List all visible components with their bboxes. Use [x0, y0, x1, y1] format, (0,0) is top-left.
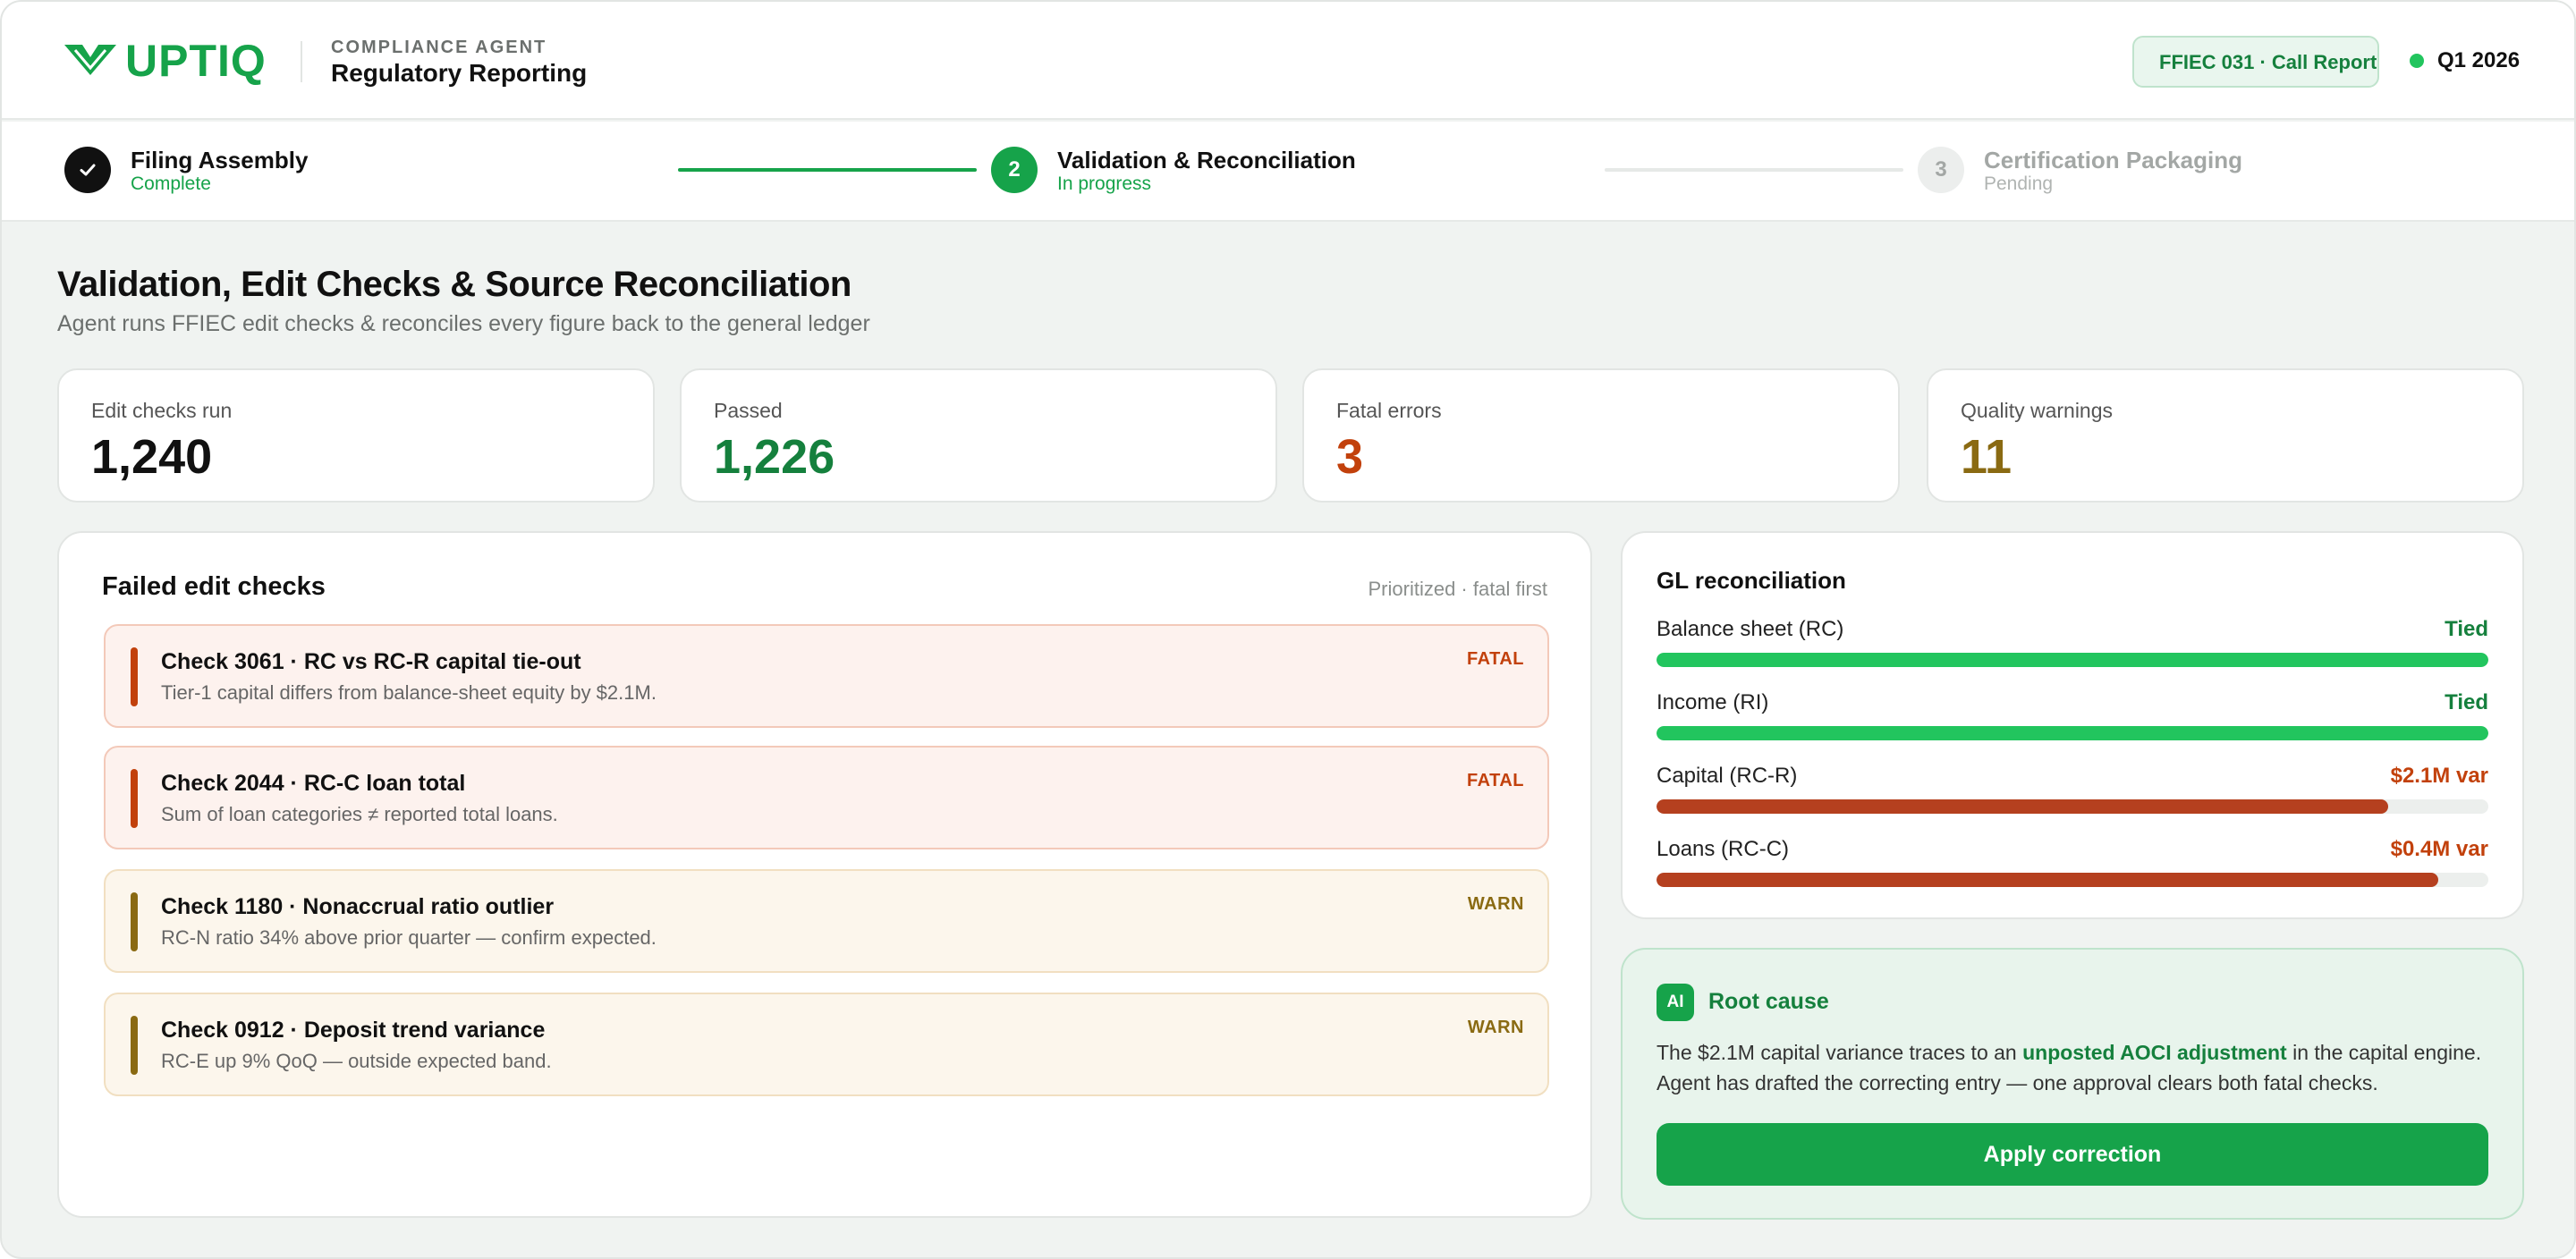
severity-bar	[131, 769, 138, 828]
step-2-number: 2	[991, 147, 1038, 193]
recon-status: Tied	[2445, 617, 2488, 641]
failed-checks-panel: Failed edit checks Prioritized · fatal f…	[57, 531, 1592, 1218]
root-cause-text: The $2.1M capital variance traces to an …	[1657, 1037, 2497, 1098]
check-title: Check 3061 · RC vs RC-R capital tie-out	[161, 649, 581, 674]
check-title: Check 0912 · Deposit trend variance	[161, 1018, 546, 1043]
root-cause-title: Root cause	[1708, 989, 1829, 1014]
gl-reconciliation-title: GL reconciliation	[1657, 567, 1846, 594]
failed-check-item[interactable]: Check 0912 · Deposit trend variance RC-E…	[104, 993, 1549, 1096]
recon-label: Capital (RC-R)	[1657, 764, 1798, 788]
root-cause-highlight: unposted AOCI adjustment	[2022, 1041, 2287, 1064]
step-connector-2	[1605, 168, 1903, 172]
kpi-label: Edit checks run	[91, 399, 233, 422]
kpi-label: Quality warnings	[1961, 399, 2114, 422]
step-3-title[interactable]: Certification Packaging	[1984, 147, 2242, 174]
kpi-value: 1,226	[714, 430, 835, 484]
severity-label: FATAL	[1467, 649, 1524, 669]
agent-kicker: COMPLIANCE AGENT	[331, 38, 547, 57]
recon-bar-track	[1657, 873, 2488, 887]
recon-bar-track	[1657, 799, 2488, 814]
logo[interactable]: UPTIQ	[63, 38, 267, 84]
recon-bar-fill	[1657, 726, 2488, 740]
check-title: Check 2044 · RC-C loan total	[161, 771, 466, 796]
root-cause-text-start: The $2.1M capital variance traces to an	[1657, 1041, 2023, 1064]
severity-label: FATAL	[1467, 771, 1524, 790]
step-3-status: Pending	[1984, 173, 2054, 194]
check-description: RC-E up 9% QoQ — outside expected band.	[161, 1050, 552, 1072]
failed-check-item[interactable]: Check 2044 · RC-C loan total Sum of loan…	[104, 746, 1549, 849]
kpi-card-checks-run: Edit checks run 1,240	[57, 368, 655, 503]
period-label[interactable]: Q1 2026	[2437, 48, 2520, 73]
kpi-label: Passed	[714, 399, 783, 422]
page-title: Validation, Edit Checks & Source Reconci…	[57, 265, 852, 304]
failed-checks-title: Failed edit checks	[102, 572, 326, 601]
severity-bar	[131, 647, 138, 706]
agent-title: Regulatory Reporting	[331, 59, 588, 87]
step-1-status: Complete	[131, 173, 211, 194]
recon-status: Tied	[2445, 690, 2488, 714]
gl-reconciliation-panel: GL reconciliation Balance sheet (RC) Tie…	[1621, 531, 2524, 919]
recon-bar-fill	[1657, 653, 2488, 667]
page-subtitle: Agent runs FFIEC edit checks & reconcile…	[57, 311, 870, 336]
recon-bar-fill	[1657, 873, 2439, 887]
failed-check-item[interactable]: Check 3061 · RC vs RC-R capital tie-out …	[104, 624, 1549, 728]
kpi-card-passed: Passed 1,226	[680, 368, 1277, 503]
step-2-title[interactable]: Validation & Reconciliation	[1057, 147, 1356, 174]
step-2-status: In progress	[1057, 173, 1152, 194]
stepper: Filing Assembly Complete 2 Validation & …	[2, 122, 2574, 222]
root-cause-panel: AI Root cause The $2.1M capital variance…	[1621, 948, 2524, 1220]
recon-status: $2.1M var	[2390, 764, 2488, 788]
failed-check-item[interactable]: Check 1180 · Nonaccrual ratio outlier RC…	[104, 869, 1549, 973]
step-connector-1	[678, 168, 977, 172]
recon-label: Loans (RC-C)	[1657, 837, 1790, 861]
severity-bar	[131, 1016, 138, 1075]
check-title: Check 1180 · Nonaccrual ratio outlier	[161, 894, 555, 919]
uptiq-logo-icon	[63, 39, 118, 83]
severity-label: WARN	[1467, 1018, 1524, 1037]
apply-correction-button[interactable]: Apply correction	[1657, 1123, 2488, 1186]
kpi-card-quality-warnings: Quality warnings 11	[1927, 368, 2524, 503]
check-description: RC-N ratio 34% above prior quarter — con…	[161, 926, 657, 949]
step-3-number: 3	[1918, 147, 1964, 193]
kpi-value: 11	[1961, 430, 2012, 484]
recon-bar-fill	[1657, 799, 2389, 814]
recon-label: Income (RI)	[1657, 690, 1769, 714]
header-divider	[301, 41, 302, 82]
step-1-title[interactable]: Filing Assembly	[131, 147, 308, 174]
failed-checks-sort-note: Prioritized · fatal first	[1368, 578, 1548, 600]
logo-text: UPTIQ	[125, 36, 267, 86]
form-badge[interactable]: FFIEC 031 · Call Report	[2132, 36, 2379, 88]
app-header: UPTIQ COMPLIANCE AGENT Regulatory Report…	[2, 2, 2574, 120]
recon-status: $0.4M var	[2390, 837, 2488, 861]
app-frame: UPTIQ COMPLIANCE AGENT Regulatory Report…	[0, 0, 2576, 1259]
kpi-value: 1,240	[91, 430, 213, 484]
check-description: Sum of loan categories ≠ reported total …	[161, 803, 558, 825]
kpi-label: Fatal errors	[1336, 399, 1442, 422]
ai-badge-icon: AI	[1657, 984, 1694, 1021]
check-description: Tier-1 capital differs from balance-shee…	[161, 681, 657, 704]
recon-bar-track	[1657, 653, 2488, 667]
kpi-value: 3	[1336, 430, 1364, 484]
step-1-check-icon	[64, 147, 111, 193]
status-dot	[2410, 54, 2424, 68]
kpi-card-fatal-errors: Fatal errors 3	[1302, 368, 1900, 503]
recon-label: Balance sheet (RC)	[1657, 617, 1844, 641]
severity-bar	[131, 892, 138, 951]
severity-label: WARN	[1467, 894, 1524, 914]
recon-bar-track	[1657, 726, 2488, 740]
